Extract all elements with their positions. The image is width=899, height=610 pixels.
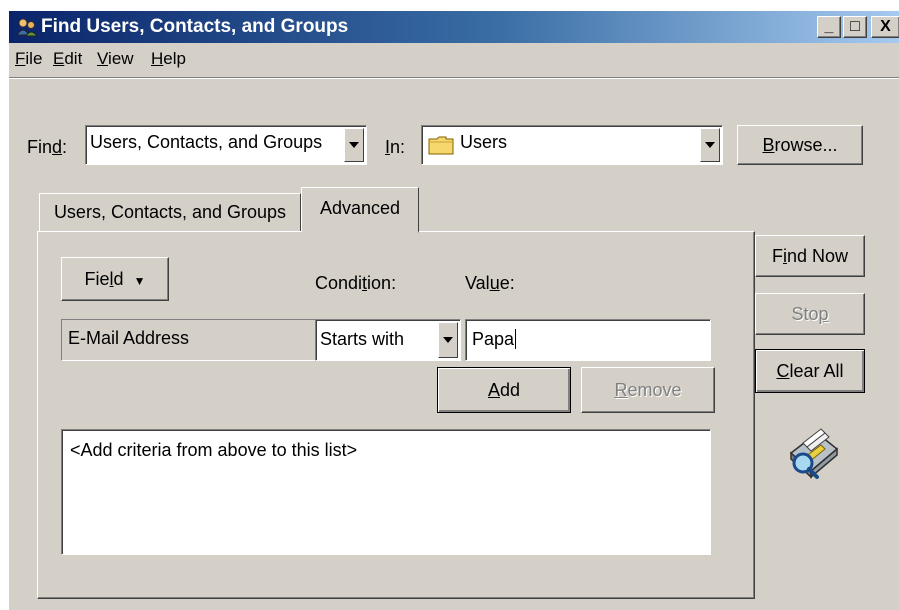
browse-button[interactable]: Browse...	[737, 125, 863, 165]
condition-label: Condition:	[315, 273, 397, 293]
tab-users-contacts-groups[interactable]: Users, Contacts, and Groups	[39, 193, 301, 231]
search-animation-icon	[789, 428, 839, 479]
value-label: Value:	[465, 273, 515, 293]
condition-dropdown-button[interactable]	[438, 322, 458, 358]
title-bar[interactable]: Find Users, Contacts, and Groups _ □ X	[9, 11, 899, 43]
menu-help[interactable]: Help	[151, 49, 186, 69]
menu-view[interactable]: View	[97, 49, 134, 69]
menu-bar: File Edit View Help	[9, 45, 899, 73]
find-now-button[interactable]: Find Now	[755, 235, 865, 277]
in-label: In:	[385, 137, 406, 157]
field-button[interactable]: Field ▼	[61, 257, 169, 301]
find-type-combobox[interactable]: Users, Contacts, and Groups	[85, 125, 367, 165]
find-type-value: Users, Contacts, and Groups	[90, 132, 323, 152]
find-users-icon	[16, 18, 39, 37]
in-location-dropdown-button[interactable]	[700, 128, 720, 162]
stop-button[interactable]: Stop	[755, 293, 865, 335]
add-button[interactable]: Add	[437, 367, 571, 413]
chevron-down-icon	[705, 142, 715, 148]
in-location-combobox[interactable]: Users	[421, 125, 723, 165]
close-icon: X	[880, 18, 891, 35]
text-caret	[515, 329, 517, 349]
menu-edit[interactable]: Edit	[53, 49, 82, 69]
value-input[interactable]: Papa	[465, 319, 711, 361]
maximize-icon: □	[850, 18, 860, 35]
minimize-button[interactable]: _	[817, 16, 841, 38]
chevron-down-icon	[443, 337, 453, 343]
minimize-icon: _	[824, 18, 834, 35]
maximize-button[interactable]: □	[843, 16, 867, 38]
window-title: Find Users, Contacts, and Groups	[41, 16, 349, 37]
tab-advanced[interactable]: Advanced	[301, 187, 419, 233]
chevron-down-icon: ▼	[133, 273, 146, 288]
field-value-display: E-Mail Address	[61, 319, 317, 361]
find-type-dropdown-button[interactable]	[344, 128, 364, 162]
find-label: Find:	[27, 137, 68, 157]
remove-button[interactable]: Remove	[581, 367, 715, 413]
menu-file[interactable]: File	[15, 49, 42, 69]
find-dialog-window: Find Users, Contacts, and Groups _ □ X F…	[8, 10, 899, 610]
folder-icon	[428, 136, 454, 155]
value-input-text: Papa	[472, 329, 515, 349]
condition-combobox[interactable]: Starts with	[315, 319, 461, 361]
close-button[interactable]: X	[871, 16, 899, 38]
menu-separator	[9, 77, 899, 79]
in-location-value: Users	[460, 132, 508, 152]
criteria-list-placeholder: <Add criteria from above to this list>	[70, 440, 358, 460]
clear-all-button[interactable]: Clear All	[755, 349, 865, 393]
criteria-list[interactable]: <Add criteria from above to this list>	[61, 429, 711, 555]
condition-value: Starts with	[320, 329, 405, 349]
chevron-down-icon	[349, 142, 359, 148]
